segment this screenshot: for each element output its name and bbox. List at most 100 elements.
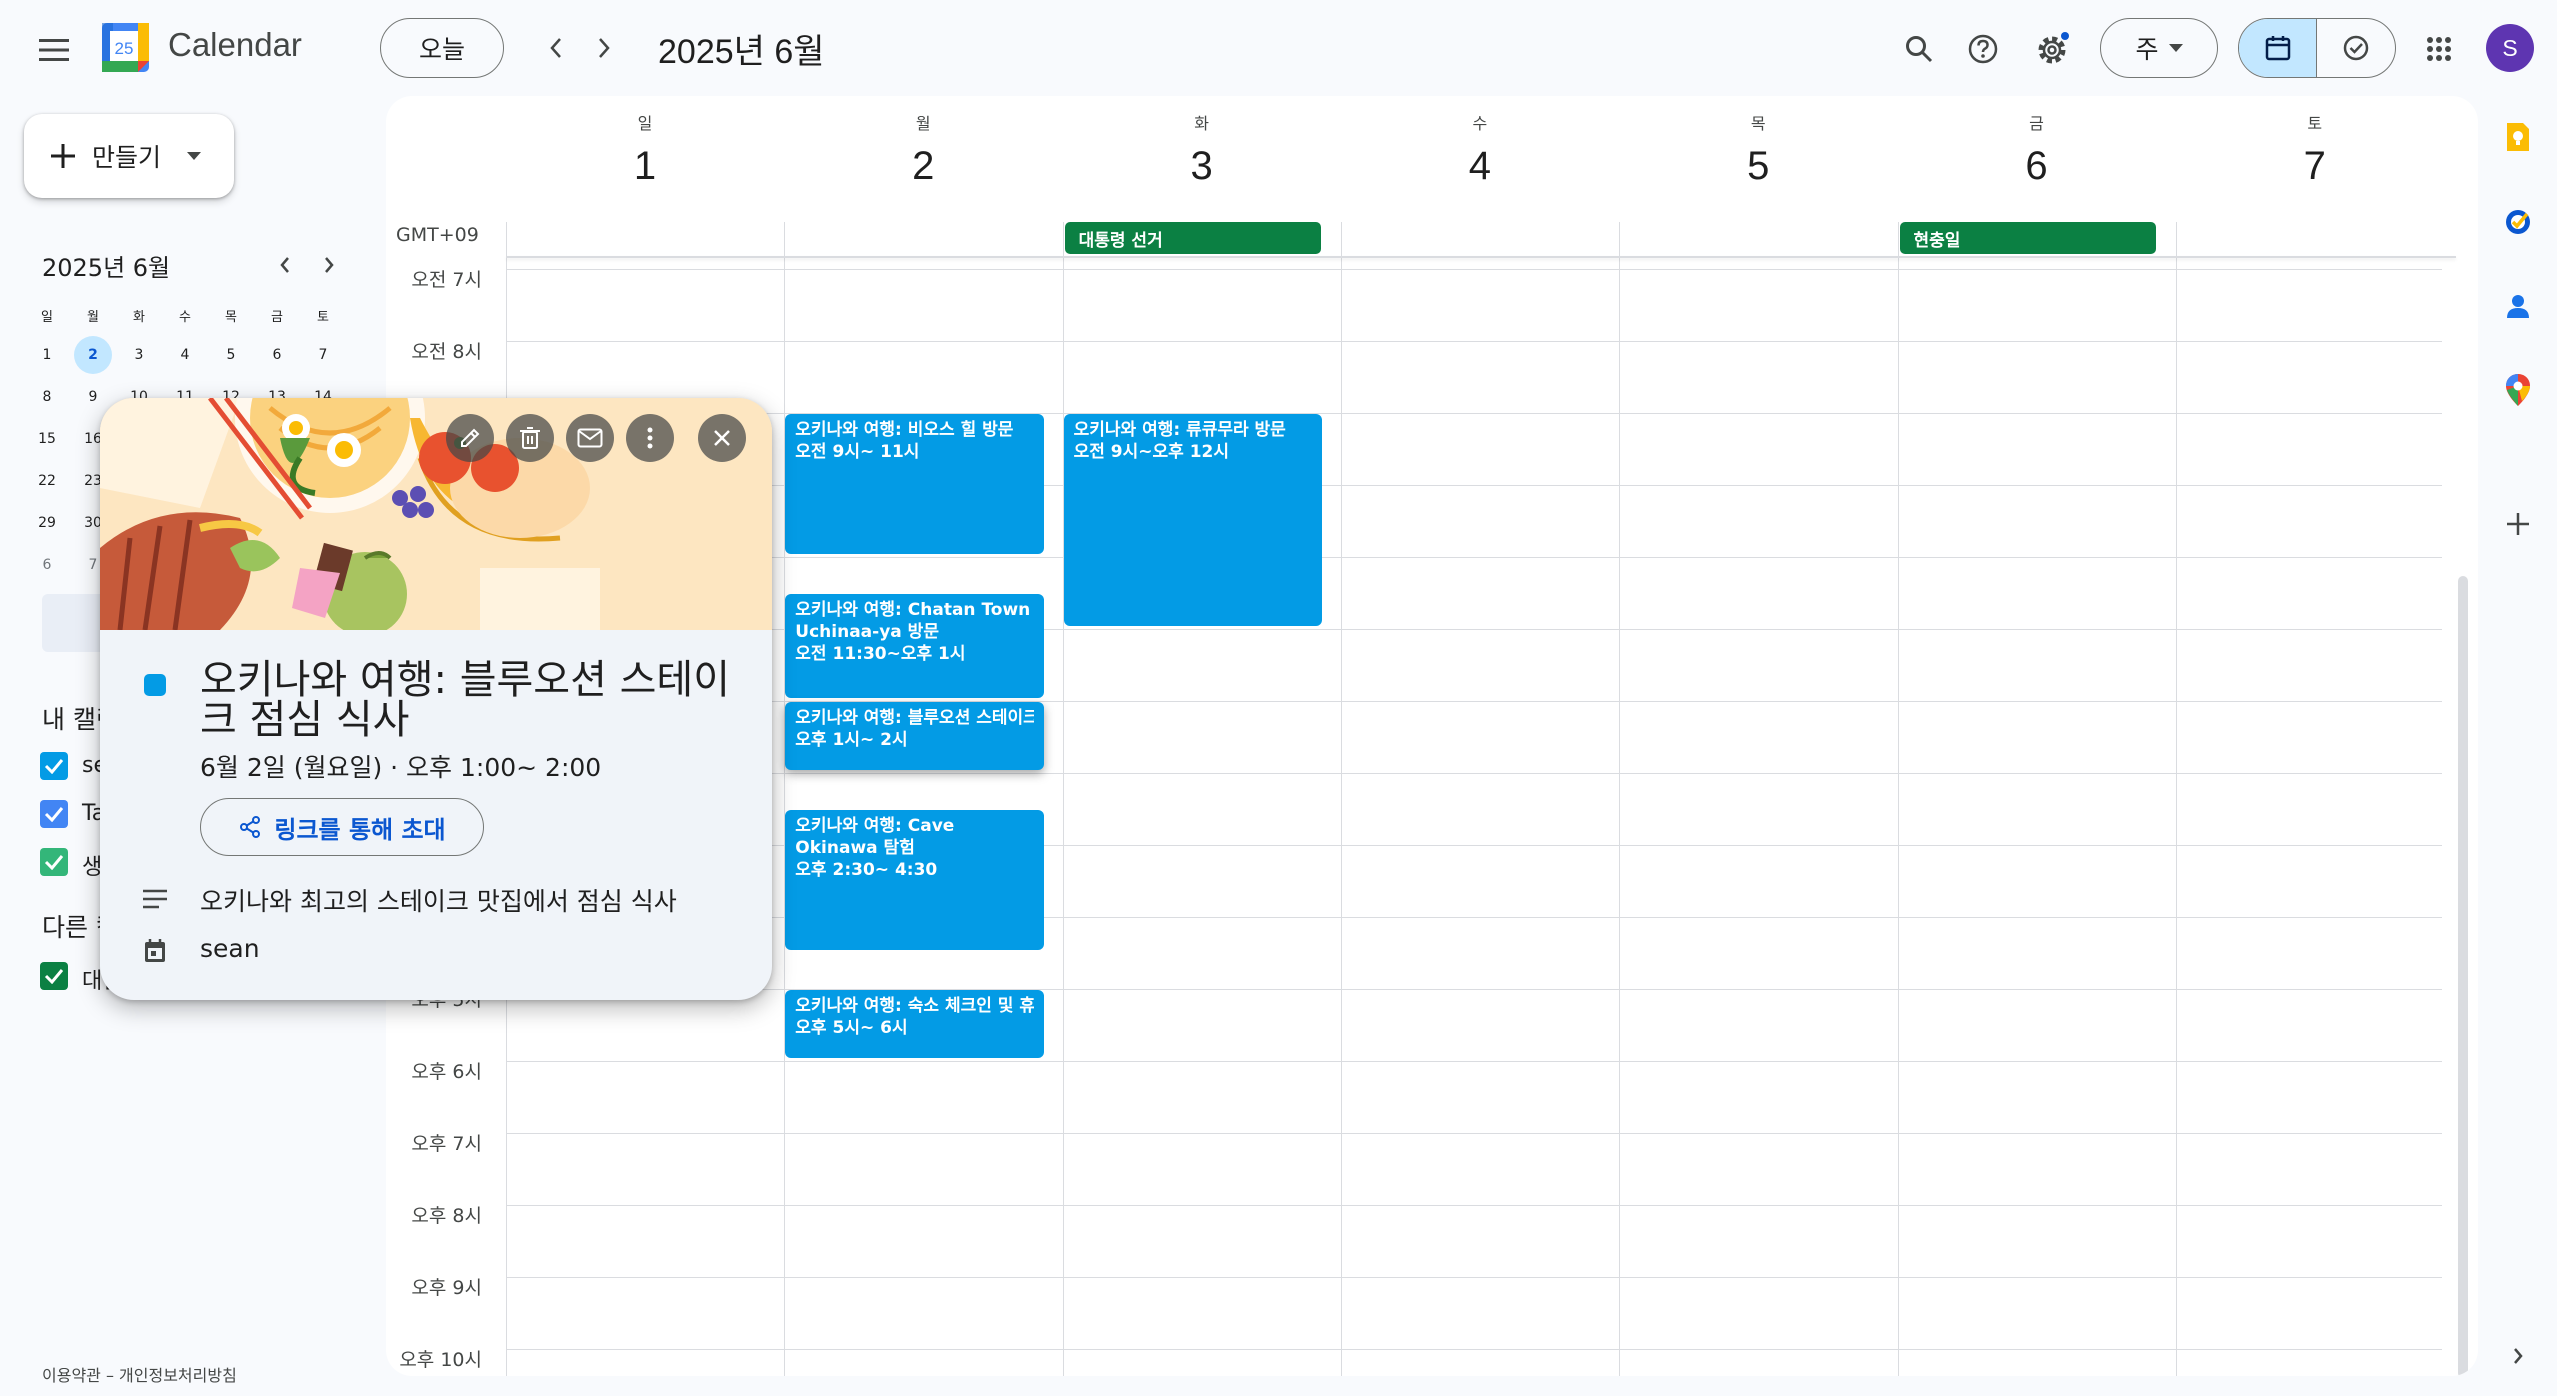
calendar-event[interactable]: 오키나와 여행: Cave Okinawa 탐험 오후 2:30~ 4:30 <box>785 810 1044 950</box>
all-day-event[interactable]: 대통령 선거 <box>1064 222 1321 254</box>
today-button[interactable]: 오늘 <box>380 18 504 78</box>
day-number[interactable]: 4 <box>1341 144 1619 189</box>
view-selector-label: 주 <box>2135 35 2159 64</box>
footer-links[interactable]: 이용약관 – 개인정보처리방침 <box>42 1362 237 1386</box>
mini-day[interactable]: 6 <box>28 546 66 584</box>
day-name: 화 <box>1194 114 1209 133</box>
delete-event-button[interactable] <box>506 414 554 462</box>
event-title: 오키나와 여행: 비오스 힐 방문 <box>795 420 1014 440</box>
get-addons-button[interactable] <box>2498 504 2538 544</box>
close-popup-button[interactable] <box>698 414 746 462</box>
search-icon <box>1906 36 1933 63</box>
day-header[interactable]: 토7 <box>2176 110 2454 189</box>
check-icon <box>44 855 64 870</box>
chevron-left-icon <box>280 257 289 273</box>
mini-day[interactable]: 6 <box>258 336 296 374</box>
settings-button[interactable] <box>2028 24 2078 74</box>
mini-next-month-button[interactable] <box>314 250 344 280</box>
day-number[interactable]: 1 <box>506 144 784 189</box>
timezone-label: GMT+09 <box>396 224 479 246</box>
svg-text:25: 25 <box>115 39 134 58</box>
day-number[interactable]: 2 <box>784 144 1062 189</box>
maps-icon[interactable] <box>2498 370 2538 410</box>
scrollbar[interactable] <box>2458 576 2468 1376</box>
day-header[interactable]: 일1 <box>506 110 784 189</box>
event-description: 오키나와 최고의 스테이크 맛집에서 점심 식사 <box>200 887 677 916</box>
next-week-button[interactable] <box>582 26 626 70</box>
contacts-icon[interactable] <box>2498 286 2538 326</box>
main-menu-button[interactable] <box>28 24 80 76</box>
chevron-right-icon <box>2514 1348 2523 1364</box>
day-header[interactable]: 목5 <box>1619 110 1897 189</box>
more-options-button[interactable] <box>626 414 674 462</box>
event-color-swatch <box>144 674 166 696</box>
mini-day[interactable]: 3 <box>120 336 158 374</box>
calendar-logo[interactable]: 25 <box>102 23 149 72</box>
dropdown-arrow-icon <box>187 152 202 160</box>
email-guests-button[interactable] <box>566 414 614 462</box>
day-header[interactable]: 금6 <box>1898 110 2176 189</box>
event-title: 오키나와 여행: 류큐무라 방문 <box>1073 420 1286 440</box>
event-time: 오후 2:30~ 4:30 <box>795 860 938 880</box>
event-date-time: 6월 2일 (월요일) · 오후 1:00~ 2:00 <box>200 753 602 782</box>
invite-via-link-button[interactable]: 링크를 통해 초대 <box>200 798 484 856</box>
day-header[interactable]: 수4 <box>1341 110 1619 189</box>
mini-day[interactable]: 2 <box>74 336 112 374</box>
edit-event-button[interactable] <box>446 414 494 462</box>
help-button[interactable] <box>1958 24 2008 74</box>
calendar-event[interactable]: 오키나와 여행: 숙소 체크인 및 휴식 오후 5시~ 6시 <box>785 990 1044 1058</box>
mini-day[interactable]: 4 <box>166 336 204 374</box>
tasks-view-toggle[interactable] <box>2317 19 2395 77</box>
hour-label: 오후 7시 <box>411 1133 482 1155</box>
calendar-checkbox[interactable] <box>40 752 68 780</box>
day-header[interactable]: 화3 <box>1063 110 1341 189</box>
tasks-icon[interactable] <box>2498 202 2538 242</box>
day-column-divider <box>784 222 786 1376</box>
calendar-event[interactable]: 오키나와 여행: Chatan Town Uchinaa-ya 방문 오전 11:… <box>785 594 1044 698</box>
day-number[interactable]: 3 <box>1063 144 1341 189</box>
top-app-bar: 25 Calendar 오늘 2025년 6월 주 S <box>0 0 2557 96</box>
keep-icon[interactable] <box>2498 118 2538 158</box>
day-column-divider <box>1897 222 1899 1376</box>
event-title: 오키나와 여행: 블루오션 스테이크 점심 식사 <box>200 657 731 743</box>
day-header[interactable]: 월2 <box>784 110 1062 189</box>
day-number[interactable]: 6 <box>1898 144 2176 189</box>
chevron-right-icon <box>599 38 610 58</box>
view-selector[interactable]: 주 <box>2100 18 2218 78</box>
check-icon <box>44 969 64 984</box>
calendar-event[interactable]: 오키나와 여행: 비오스 힐 방문 오전 9시~ 11시 <box>785 414 1044 554</box>
share-icon <box>240 816 261 838</box>
mini-day[interactable]: 22 <box>28 462 66 500</box>
hide-side-panel-button[interactable] <box>2498 1336 2538 1376</box>
more-vert-icon <box>647 427 653 449</box>
calendar-event[interactable]: 오키나와 여행: 류큐무라 방문 오전 9시~오후 12시 <box>1063 414 1322 626</box>
previous-week-button[interactable] <box>534 26 578 70</box>
mini-day[interactable]: 8 <box>28 378 66 416</box>
hour-gridline <box>506 1349 2442 1350</box>
account-avatar[interactable]: S <box>2486 24 2534 72</box>
mini-day[interactable]: 1 <box>28 336 66 374</box>
dropdown-arrow-icon <box>2168 44 2183 52</box>
calendar-checkbox[interactable] <box>40 848 68 876</box>
search-button[interactable] <box>1894 24 1944 74</box>
mini-previous-month-button[interactable] <box>270 250 300 280</box>
gear-icon <box>2038 32 2069 64</box>
hour-gridline <box>506 1133 2442 1134</box>
calendar-checkbox[interactable] <box>40 962 68 990</box>
calendar-event[interactable]: 오키나와 여행: 블루오션 스테이크 점심 식사오후 1시~ 2시 <box>785 702 1044 770</box>
google-apps-button[interactable] <box>2414 24 2464 74</box>
all-day-event[interactable]: 현충일 <box>1899 222 2156 254</box>
day-name: 수 <box>1472 114 1488 133</box>
create-button[interactable]: 만들기 <box>24 114 234 198</box>
calendar-checkbox[interactable] <box>40 800 68 828</box>
mini-day[interactable]: 5 <box>212 336 250 374</box>
day-number[interactable]: 7 <box>2176 144 2454 189</box>
mini-day[interactable]: 15 <box>28 420 66 458</box>
mini-day[interactable]: 29 <box>28 504 66 542</box>
day-number[interactable]: 5 <box>1619 144 1897 189</box>
day-name: 목 <box>1750 114 1766 133</box>
mini-weekday-label: 일 <box>41 309 53 325</box>
calendar-view-toggle[interactable] <box>2239 19 2317 77</box>
event-details-popup: 오키나와 여행: 블루오션 스테이크 점심 식사 6월 2일 (월요일) · 오… <box>100 398 772 1000</box>
mini-day[interactable]: 7 <box>304 336 342 374</box>
